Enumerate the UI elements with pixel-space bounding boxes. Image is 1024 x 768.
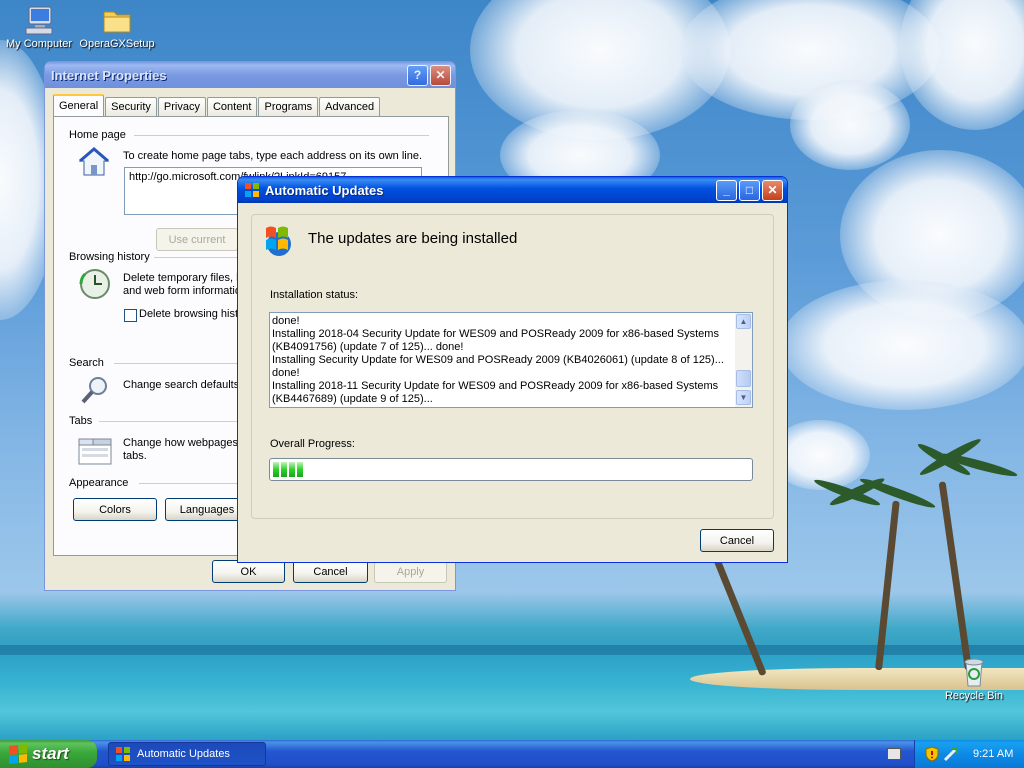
windows-update-icon [245,183,259,197]
apply-button[interactable]: Apply [374,560,447,583]
use-current-button[interactable]: Use current [156,228,238,251]
sea [0,645,1024,740]
tab-general[interactable]: General [53,94,105,116]
installation-status-label: Installation status: [270,289,359,301]
desktop-icon-label: OperaGXSetup [79,38,155,50]
taskbar: start Automatic Updates 9:21 AM [0,740,1024,768]
cancel-button[interactable]: Cancel [700,529,774,552]
clock[interactable]: 9:21 AM [973,748,1013,760]
automatic-updates-titlebar[interactable]: Automatic Updates _ □ ✕ [238,177,787,203]
windows-update-tray-icon[interactable] [943,746,959,762]
minimize-button[interactable]: _ [716,179,737,201]
internet-properties-titlebar[interactable]: Internet Properties ? ✕ [45,62,455,88]
tab-security[interactable]: Security [105,97,157,116]
desktop-icon-operagxsetup[interactable]: OperaGXSetup [78,4,156,50]
windows-update-icon [116,747,130,761]
history-clock-icon [79,269,110,299]
tab-content[interactable]: Content [206,97,258,116]
delete-on-exit-checkbox[interactable] [124,309,137,322]
desktop-icon-label: My Computer [5,38,73,50]
close-button[interactable]: ✕ [430,64,451,86]
progress-chunk [273,462,279,477]
home-page-heading: Home page [69,129,130,141]
log-line: done! [272,315,300,327]
progress-chunk [289,462,295,477]
ok-button[interactable]: OK [212,560,285,583]
window-title: Internet Properties [51,67,167,83]
overall-progress-bar [269,458,753,481]
progress-chunk [297,462,303,477]
log-line: (KB4467689) (update 9 of 125)... [272,393,433,405]
help-button[interactable]: ? [407,64,428,86]
folder-icon [103,11,131,33]
progress-fill [273,462,749,477]
taskbar-item-automatic-updates[interactable]: Automatic Updates [108,742,266,766]
start-label: start [32,744,69,763]
browsing-history-heading: Browsing history [69,251,154,263]
browsing-history-line2: and web form informatio [123,285,241,297]
tab-strip: General Security Privacy Content Program… [53,94,381,116]
tabs-heading: Tabs [69,415,97,427]
tab-advanced[interactable]: Advanced [319,97,381,116]
colors-button[interactable]: Colors [73,498,157,521]
home-page-description: To create home page tabs, type each addr… [123,150,423,162]
security-shield-icon[interactable] [925,746,939,762]
cloud [900,0,1024,130]
automatic-updates-window: Automatic Updates _ □ ✕ The updates are … [237,176,788,563]
tabs-icon [78,438,112,465]
cloud [780,280,1024,410]
desktop-icon-recycle-bin[interactable]: Recycle Bin [935,656,1013,702]
log-line: Installing 2018-11 Security Update for W… [272,380,719,392]
log-line: Installing Security Update for WES09 and… [272,354,724,366]
desktop-icon-label: Recycle Bin [944,690,1004,702]
magnifier-icon [81,377,107,404]
overall-progress-label: Overall Progress: [270,438,355,450]
browsing-history-line1: Delete temporary files, h [123,272,243,284]
keyboard-language-icon[interactable] [887,748,901,760]
search-heading: Search [69,357,108,369]
delete-on-exit-label: Delete browsing histo [139,308,245,320]
tab-programs[interactable]: Programs [258,97,319,116]
home-icon [78,147,110,176]
search-description: Change search defaults [123,379,240,391]
window-title: Automatic Updates [265,182,384,198]
taskbar-item-label: Automatic Updates [137,748,230,760]
updates-heading: The updates are being installed [308,230,518,247]
start-button[interactable]: start [0,740,97,768]
tabs-description-line2: tabs. [123,450,147,462]
sea-horizon [0,645,1024,655]
tab-privacy[interactable]: Privacy [157,97,206,116]
tabs-description-line1: Change how webpages [123,437,238,449]
computer-icon [25,6,53,35]
scroll-down-arrow-icon[interactable]: ▼ [736,390,751,405]
log-line: Installing 2018-04 Security Update for W… [272,328,719,340]
cancel-button[interactable]: Cancel [293,560,368,583]
recycle-bin-icon [964,658,984,687]
log-line: done! [272,367,300,379]
windows-flag-icon [9,744,27,764]
windows-shield-logo-icon [266,226,291,256]
desktop-icon-my-computer[interactable]: My Computer [0,4,78,50]
palm-trunk [938,481,972,671]
scroll-thumb[interactable] [736,370,751,387]
appearance-heading: Appearance [69,477,133,489]
progress-chunk [281,462,287,477]
log-line: (KB4091756) (update 7 of 125)... done! [272,341,464,353]
cloud [790,80,910,170]
divider [134,135,429,136]
system-tray: 9:21 AM [914,740,1024,768]
scroll-up-arrow-icon[interactable]: ▲ [736,314,751,329]
close-button[interactable]: ✕ [762,179,783,201]
installation-log[interactable]: done! Installing 2018-04 Security Update… [269,312,753,408]
maximize-button[interactable]: □ [739,179,760,201]
log-scrollbar[interactable]: ▲ ▼ [735,313,752,407]
